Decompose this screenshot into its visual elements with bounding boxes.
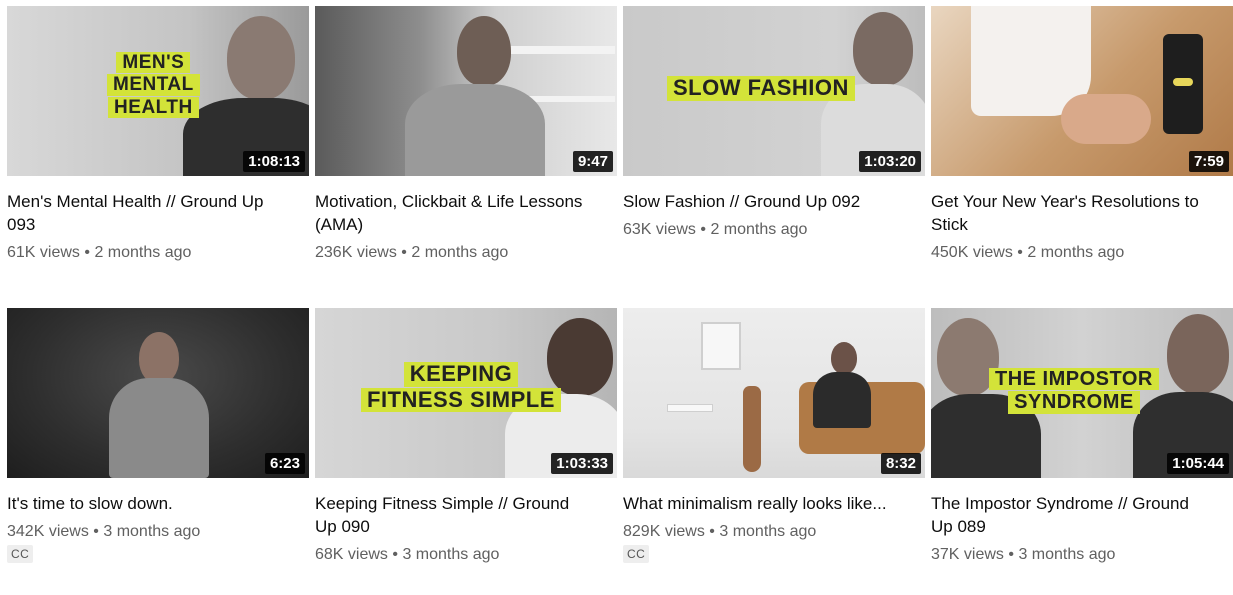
video-meta: 63K views • 2 months ago [623,221,925,239]
video-card[interactable]: THE IMPOSTOR SYNDROME 1:05:44 The Impost… [931,308,1233,564]
video-title[interactable]: Get Your New Year's Resolutions to Stick [931,190,1211,236]
duration-badge: 1:03:20 [859,151,921,172]
view-count: 829K views [623,523,705,540]
upload-age: 2 months ago [710,221,808,238]
video-title[interactable]: Men's Mental Health // Ground Up 093 [7,190,287,236]
overlay-line: FITNESS SIMPLE [361,387,561,413]
thumbnail-overlay-text: MEN'S MENTAL HEALTH [107,52,200,119]
side-table-shape [667,404,713,412]
video-card[interactable]: 6:23 It's time to slow down. 342K views … [7,308,309,563]
upload-age: 3 months ago [402,546,500,563]
video-thumbnail[interactable]: THE IMPOSTOR SYNDROME 1:05:44 [931,308,1233,478]
thumbnail-overlay-text: THE IMPOSTOR SYNDROME [989,368,1159,415]
video-meta: 61K views • 2 months ago [7,244,309,262]
duration-badge: 1:08:13 [243,151,305,172]
view-count: 68K views [315,546,388,563]
duration-badge: 8:32 [880,453,921,474]
upload-age: 3 months ago [103,523,201,540]
overlay-line: MENTAL [107,74,200,96]
cc-badge: CC [7,545,34,563]
overlay-line: SYNDROME [1008,391,1140,414]
guitar-shape [743,386,761,472]
upload-age: 2 months ago [1027,244,1125,261]
upload-age: 2 months ago [411,244,509,261]
video-thumbnail[interactable]: 7:59 [931,6,1233,176]
upload-age: 2 months ago [94,244,192,261]
video-title[interactable]: Keeping Fitness Simple // Ground Up 090 [315,492,595,538]
upload-age: 3 months ago [1018,546,1116,563]
thumbnail-overlay-text: SLOW FASHION [667,75,855,102]
video-meta: 37K views • 3 months ago [931,546,1233,564]
cc-badge: CC [623,545,650,563]
video-thumbnail[interactable]: 6:23 [7,308,309,478]
meta-separator: • [93,523,99,540]
video-card[interactable]: SLOW FASHION 1:03:20 Slow Fashion // Gro… [623,6,925,239]
video-card[interactable]: 7:59 Get Your New Year's Resolutions to … [931,6,1233,262]
video-thumbnail[interactable]: 8:32 [623,308,925,478]
view-count: 63K views [623,221,696,238]
meta-separator: • [401,244,407,261]
video-meta: 68K views • 3 months ago [315,546,617,564]
video-card[interactable]: KEEPING FITNESS SIMPLE 1:03:33 Keeping F… [315,308,617,564]
video-meta: 236K views • 2 months ago [315,244,617,262]
overlay-line: MEN'S [116,52,191,74]
upload-age: 3 months ago [719,523,817,540]
phone-shape [1163,34,1203,134]
thumbnail-overlay-text: KEEPING FITNESS SIMPLE [361,361,561,413]
video-title[interactable]: Slow Fashion // Ground Up 092 [623,190,903,213]
overlay-line: KEEPING [403,361,519,387]
video-title[interactable]: What minimalism really looks like... [623,492,903,515]
view-count: 342K views [7,523,89,540]
view-count: 37K views [931,546,1004,563]
duration-badge: 9:47 [572,151,613,172]
view-count: 236K views [315,244,397,261]
duration-badge: 1:05:44 [1167,453,1229,474]
duration-badge: 1:03:33 [551,453,613,474]
wall-frame-shape [701,322,741,370]
meta-separator: • [1008,546,1014,563]
video-thumbnail[interactable]: 9:47 [315,6,617,176]
meta-separator: • [392,546,398,563]
video-title[interactable]: It's time to slow down. [7,492,287,515]
video-card[interactable]: 9:47 Motivation, Clickbait & Life Lesson… [315,6,617,262]
video-title[interactable]: The Impostor Syndrome // Ground Up 089 [931,492,1211,538]
video-meta: 829K views • 3 months ago [623,523,925,541]
video-card[interactable]: 8:32 What minimalism really looks like..… [623,308,925,563]
video-thumbnail[interactable]: SLOW FASHION 1:03:20 [623,6,925,176]
video-title[interactable]: Motivation, Clickbait & Life Lessons (AM… [315,190,595,236]
view-count: 61K views [7,244,80,261]
video-meta: 342K views • 3 months ago [7,523,309,541]
hand-shape [1061,94,1151,144]
overlay-line: HEALTH [108,96,199,118]
duration-badge: 6:23 [264,453,305,474]
video-thumbnail[interactable]: MEN'S MENTAL HEALTH 1:08:13 [7,6,309,176]
video-meta: 450K views • 2 months ago [931,244,1233,262]
duration-badge: 7:59 [1188,151,1229,172]
meta-separator: • [84,244,90,261]
meta-separator: • [1017,244,1023,261]
video-card[interactable]: MEN'S MENTAL HEALTH 1:08:13 Men's Mental… [7,6,309,262]
video-thumbnail[interactable]: KEEPING FITNESS SIMPLE 1:03:33 [315,308,617,478]
meta-separator: • [700,221,706,238]
overlay-line: SLOW FASHION [667,75,855,101]
view-count: 450K views [931,244,1013,261]
meta-separator: • [709,523,715,540]
overlay-line: THE IMPOSTOR [989,368,1159,391]
